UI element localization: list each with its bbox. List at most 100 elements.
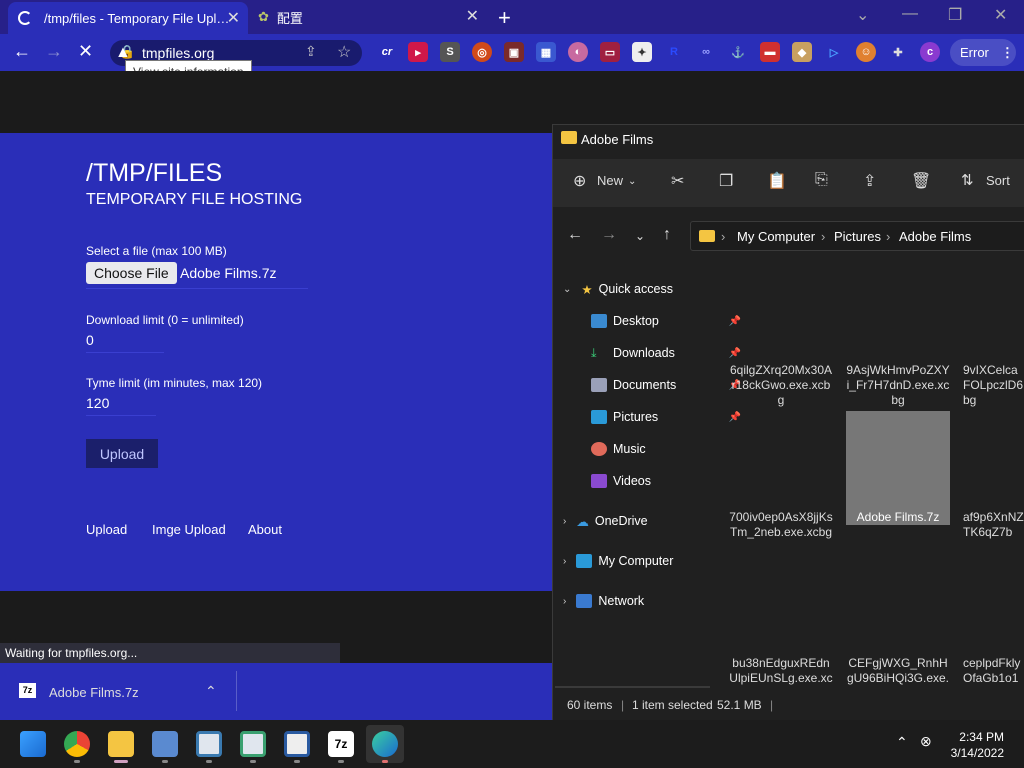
share-icon[interactable]: ⇪ [305, 43, 317, 60]
running-indicator [338, 760, 344, 763]
chevron-right-icon[interactable]: › [563, 596, 566, 607]
nav-network[interactable]: › Network [563, 588, 717, 614]
extension-card-icon[interactable]: ▬ [760, 42, 780, 62]
extension-cat-icon[interactable]: ◆ [792, 42, 812, 62]
minimize-button[interactable]: — [902, 5, 918, 23]
file-explorer-icon[interactable] [108, 731, 134, 757]
footer-link-about[interactable]: About [248, 522, 282, 537]
extensions-puzzle-icon[interactable]: ✚ [888, 42, 908, 62]
tab-config[interactable]: ✿ 配置 ✕ [252, 0, 487, 34]
extension-cr-icon[interactable]: cr [377, 42, 397, 62]
extension-box-icon[interactable]: ▣ [504, 42, 524, 62]
upload-button[interactable]: Upload [86, 439, 158, 468]
file-item[interactable]: ceplpdFklyOfaGb1o1 [963, 656, 1024, 686]
restore-button[interactable]: ❐ [948, 5, 962, 25]
profile-avatar[interactable]: c [920, 42, 940, 62]
paste-icon[interactable]: 📋 [767, 171, 787, 191]
extension-circle-icon[interactable]: ◐ [568, 42, 588, 62]
chrome-icon[interactable] [64, 731, 90, 757]
explorer-address-bar[interactable]: › My Computer › Pictures › Adobe Films [690, 221, 1024, 251]
7zip-app-icon[interactable]: 7z [328, 731, 354, 757]
chevron-down-icon[interactable]: ⌄ [628, 176, 636, 187]
file-item[interactable]: af9p6XnNZTK6qZ7b [963, 510, 1024, 540]
extension-anchor-icon[interactable]: ⚓ [728, 42, 748, 62]
breadcrumb-adobe-films[interactable]: Adobe Films [899, 229, 971, 244]
breadcrumb-separator: › [886, 229, 891, 244]
chevron-down-icon[interactable]: ⌄ [563, 284, 571, 295]
tray-chevron-up-icon[interactable]: ⌃ [896, 734, 908, 751]
recent-chevron-icon[interactable]: ⌄ [635, 229, 645, 243]
file-item[interactable]: bu38nEdguxREdnUlpiEUnSLg.exe.xcbg [729, 656, 833, 688]
sort-icon[interactable]: ⇅ [961, 171, 974, 189]
tab-search-icon[interactable]: ⌄ [856, 5, 869, 25]
back-button[interactable]: ← [13, 41, 31, 62]
chevron-up-icon[interactable]: ⌃ [205, 683, 217, 700]
breadcrumb-pictures[interactable]: Pictures [834, 229, 881, 244]
clock[interactable]: 2:34 PM 3/14/2022 [951, 729, 1004, 761]
tab-title: /tmp/files - Temporary File Uplo... [44, 10, 234, 26]
forward-button[interactable]: → [45, 41, 63, 62]
edge-icon[interactable] [372, 731, 398, 757]
delete-icon[interactable]: 🗑 [911, 171, 931, 191]
file-item[interactable]: 6qilgZXrq20Mx30Ar18ckGwo.exe.xcbg [729, 363, 833, 408]
bookmark-star-icon[interactable]: ☆ [337, 42, 351, 62]
new-plus-icon[interactable]: ⊕ [573, 171, 586, 191]
close-tab-icon[interactable]: ✕ [466, 6, 479, 26]
tab-tmpfiles[interactable]: /tmp/files - Temporary File Uplo... ✕ [8, 2, 248, 34]
share-icon[interactable]: ⇪ [863, 171, 876, 191]
new-button[interactable]: New [597, 173, 623, 188]
file-item[interactable]: 700iv0ep0AsX8jjKsTm_2neb.exe.xcbg [729, 510, 833, 540]
extension-r-icon[interactable]: R [664, 42, 684, 62]
time-limit-input[interactable]: 120 [86, 395, 156, 416]
file-item[interactable]: CEFgjWXG_RnhHgU96BiHQi3G.exe.xcbg [846, 656, 950, 688]
close-tab-icon[interactable]: ✕ [227, 8, 240, 28]
close-window-button[interactable]: ✕ [994, 5, 1007, 25]
photos-app-icon[interactable] [152, 731, 178, 757]
network-icon [576, 594, 593, 608]
menu-dots-icon[interactable]: ⋮ [1001, 45, 1014, 61]
extension-s-icon[interactable]: S [440, 42, 460, 62]
extension-pointer-icon[interactable]: ▸ [408, 42, 428, 62]
network-status-icon[interactable]: ⊗ [920, 733, 932, 750]
nav-my-computer[interactable]: › My Computer [563, 548, 717, 574]
window-app-icon[interactable] [196, 731, 222, 757]
cut-icon[interactable]: ✂ [671, 171, 684, 191]
start-windows-icon[interactable] [20, 731, 46, 757]
new-tab-button[interactable]: + [498, 5, 511, 31]
star-icon: ★ [581, 282, 593, 297]
back-arrow-icon[interactable]: ← [567, 226, 583, 244]
breadcrumb-my-computer[interactable]: My Computer [737, 229, 815, 244]
rename-icon[interactable]: ⎘ [815, 171, 828, 189]
nav-quick-access[interactable]: ⌄ ★ Quick access [563, 276, 717, 302]
copy-icon[interactable]: ❐ [719, 171, 733, 191]
file-item-selected[interactable]: Adobe Films.7z [846, 510, 950, 525]
forward-arrow-icon[interactable]: → [601, 226, 617, 244]
extension-link-icon[interactable]: ∞ [696, 42, 716, 62]
document-icon [591, 378, 607, 392]
choose-file-button[interactable]: Choose File [86, 262, 177, 284]
extension-grid-icon[interactable]: ▦ [536, 42, 556, 62]
extension-face-icon[interactable]: ☺ [856, 42, 876, 62]
chevron-right-icon[interactable]: › [563, 516, 566, 527]
chevron-right-icon[interactable]: › [563, 556, 566, 567]
error-button[interactable]: Error ⋮ [950, 39, 1016, 66]
up-arrow-icon[interactable]: ↑ [663, 226, 671, 244]
stop-button[interactable]: ✕ [78, 41, 93, 62]
footer-link-image-upload[interactable]: Imge Upload [152, 522, 226, 537]
download-item[interactable]: Adobe Films.7z [49, 685, 139, 700]
extension-puzzle-icon[interactable]: ✦ [632, 42, 652, 62]
extension-screen-icon[interactable]: ▭ [600, 42, 620, 62]
running-indicator [206, 760, 212, 763]
file-item[interactable]: 9vIXCelcaFOLpczlD6bg [963, 363, 1024, 408]
window-app-icon[interactable] [240, 731, 266, 757]
extension-play-icon[interactable]: ▷ [824, 42, 844, 62]
sort-button[interactable]: Sort [986, 173, 1010, 188]
footer-link-upload[interactable]: Upload [86, 522, 127, 537]
file-item[interactable]: 9AsjWkHmvPoZXYi_Fr7H7dnD.exe.xcbg [846, 363, 950, 408]
videos-icon [591, 474, 607, 488]
download-limit-input[interactable]: 0 [86, 332, 164, 353]
extension-globe-icon[interactable]: ◎ [472, 42, 492, 62]
window-app-icon[interactable] [284, 731, 310, 757]
nav-onedrive[interactable]: › ☁ OneDrive [563, 508, 717, 534]
error-label: Error [960, 45, 989, 60]
